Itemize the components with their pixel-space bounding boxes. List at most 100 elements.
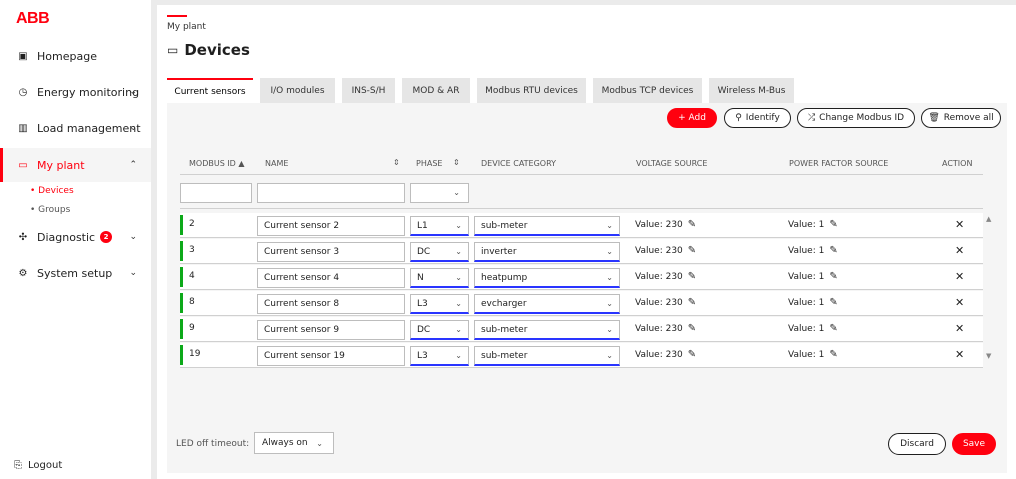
column-header-text: MODBUS ID xyxy=(189,159,236,168)
phase-select[interactable]: DC ⌄ xyxy=(410,320,469,340)
scroll-down-icon[interactable]: ▼ xyxy=(986,352,991,360)
phase-select[interactable]: L1 ⌄ xyxy=(410,216,469,236)
led-timeout-select[interactable]: Always on ⌄ xyxy=(254,432,334,454)
device-category-select[interactable]: sub-meter ⌄ xyxy=(474,216,620,236)
identify-button[interactable]: ⚲ Identify xyxy=(724,108,791,128)
remove-all-button[interactable]: 🗑 Remove all xyxy=(921,108,1001,128)
filter-name-input[interactable] xyxy=(257,183,405,203)
name-input[interactable]: Current sensor 8 xyxy=(257,294,405,314)
name-input[interactable]: Current sensor 19 xyxy=(257,346,405,366)
filter-phase-select[interactable]: ⌄ xyxy=(410,183,469,203)
column-header-modbus-id[interactable]: MODBUS ID ▲ xyxy=(189,159,245,168)
name-input[interactable]: Current sensor 2 xyxy=(257,216,405,236)
pencil-icon[interactable]: ✎ xyxy=(829,349,837,360)
tab-wireless-mbus[interactable]: Wireless M-Bus xyxy=(709,78,794,103)
led-timeout-value: Always on xyxy=(262,438,308,448)
sidebar-item-energy-monitoring[interactable]: ◷ Energy monitoring ⌄ xyxy=(0,77,151,107)
sidebar-subitem-groups[interactable]: • Groups xyxy=(30,205,70,215)
table-scrollbar[interactable]: ▲ ▼ xyxy=(985,215,995,360)
voltage-value: Value: 230 xyxy=(635,272,683,282)
sidebar-item-diagnostic[interactable]: ✣ Diagnostic 2 ⌄ xyxy=(0,222,151,252)
modbus-id: 8 xyxy=(189,297,195,307)
pulse-icon: ✣ xyxy=(18,231,28,243)
home-icon: ▣ xyxy=(18,50,28,62)
filter-modbus-id-input[interactable] xyxy=(180,183,252,203)
power-factor-source: Value: 1 ✎ xyxy=(788,297,838,308)
sidebar-item-my-plant[interactable]: ▭ My plant ⌃ xyxy=(0,148,151,182)
pencil-icon[interactable]: ✎ xyxy=(688,245,696,256)
delete-icon[interactable]: ✕ xyxy=(955,218,964,231)
phase-select[interactable]: L3 ⌄ xyxy=(410,294,469,314)
name-input[interactable]: Current sensor 3 xyxy=(257,242,405,262)
tab-current-sensors[interactable]: Current sensors xyxy=(167,78,253,103)
table-row: 4 Current sensor 4 N ⌄ heatpump ⌄ Value: 2… xyxy=(180,265,983,290)
logout-button[interactable]: ⎘ Logout xyxy=(14,460,62,471)
table-row: 9 Current sensor 9 DC ⌄ sub-meter ⌄ Value:… xyxy=(180,317,983,342)
pencil-icon[interactable]: ✎ xyxy=(829,245,837,256)
phase-select[interactable]: DC ⌄ xyxy=(410,242,469,262)
tab-io-modules[interactable]: I/O modules xyxy=(260,78,335,103)
phase-value: DC xyxy=(417,246,431,257)
shuffle-icon: ⤮ xyxy=(807,113,816,123)
gear-icon: ⚙ xyxy=(18,267,28,279)
device-category-select[interactable]: evcharger ⌄ xyxy=(474,294,620,314)
tab-mod-ar[interactable]: MOD & AR xyxy=(402,78,470,103)
chevron-down-icon: ⌄ xyxy=(606,247,613,256)
add-button[interactable]: + Add xyxy=(667,108,717,128)
identify-label: Identify xyxy=(745,113,780,123)
sort-icon[interactable]: ⇕ xyxy=(453,158,460,167)
sort-icon[interactable]: ⇕ xyxy=(393,158,400,167)
delete-icon[interactable]: ✕ xyxy=(955,244,964,257)
sidebar-item-label: Diagnostic xyxy=(37,230,96,244)
tab-modbus-tcp[interactable]: Modbus TCP devices xyxy=(593,78,702,103)
tab-ins-sh[interactable]: INS-S/H xyxy=(342,78,395,103)
device-category-select[interactable]: inverter ⌄ xyxy=(474,242,620,262)
scroll-up-icon[interactable]: ▲ xyxy=(986,215,991,223)
column-header-phase[interactable]: PHASE xyxy=(416,159,442,168)
sidebar-item-label: Load management xyxy=(37,121,141,135)
phase-select[interactable]: N ⌄ xyxy=(410,268,469,288)
pencil-icon[interactable]: ✎ xyxy=(688,219,696,230)
sidebar-subitem-devices[interactable]: • Devices xyxy=(30,186,74,196)
chevron-down-icon: ⌄ xyxy=(455,325,462,334)
device-category-select[interactable]: sub-meter ⌄ xyxy=(474,320,620,340)
pencil-icon[interactable]: ✎ xyxy=(829,297,837,308)
pencil-icon[interactable]: ✎ xyxy=(829,323,837,334)
breadcrumb[interactable]: My plant xyxy=(167,22,206,32)
column-header-power-factor-source: POWER FACTOR SOURCE xyxy=(789,159,889,168)
breadcrumb-accent xyxy=(167,15,187,17)
pencil-icon[interactable]: ✎ xyxy=(688,323,696,334)
discard-button[interactable]: Discard xyxy=(888,433,946,455)
chevron-up-icon: ⌃ xyxy=(129,160,137,170)
pencil-icon[interactable]: ✎ xyxy=(688,271,696,282)
devices-icon: ▭ xyxy=(18,159,28,171)
voltage-value: Value: 230 xyxy=(635,350,683,360)
sidebar-item-homepage[interactable]: ▣ Homepage xyxy=(0,41,151,71)
power-factor-source: Value: 1 ✎ xyxy=(788,271,838,282)
chevron-down-icon: ⌄ xyxy=(453,188,460,197)
delete-icon[interactable]: ✕ xyxy=(955,270,964,283)
chevron-down-icon: ⌄ xyxy=(129,232,137,242)
pencil-icon[interactable]: ✎ xyxy=(829,219,837,230)
pencil-icon[interactable]: ✎ xyxy=(688,349,696,360)
save-button[interactable]: Save xyxy=(952,433,996,455)
phase-select[interactable]: L3 ⌄ xyxy=(410,346,469,366)
active-marker xyxy=(180,215,183,235)
change-modbus-id-button[interactable]: ⤮ Change Modbus ID xyxy=(797,108,915,128)
tab-modbus-rtu[interactable]: Modbus RTU devices xyxy=(477,78,586,103)
delete-icon[interactable]: ✕ xyxy=(955,296,964,309)
column-header-name[interactable]: NAME xyxy=(265,159,288,168)
device-category-select[interactable]: heatpump ⌄ xyxy=(474,268,620,288)
header-divider xyxy=(180,174,983,175)
sidebar-item-system-setup[interactable]: ⚙ System setup ⌄ xyxy=(0,258,151,288)
name-input[interactable]: Current sensor 9 xyxy=(257,320,405,340)
pencil-icon[interactable]: ✎ xyxy=(688,297,696,308)
delete-icon[interactable]: ✕ xyxy=(955,348,964,361)
delete-icon[interactable]: ✕ xyxy=(955,322,964,335)
pencil-icon[interactable]: ✎ xyxy=(829,271,837,282)
name-input[interactable]: Current sensor 4 xyxy=(257,268,405,288)
pf-value: Value: 1 xyxy=(788,350,825,360)
device-category-select[interactable]: sub-meter ⌄ xyxy=(474,346,620,366)
bar-chart-icon: ▥ xyxy=(18,122,28,134)
sidebar-item-load-management[interactable]: ▥ Load management ⌄ xyxy=(0,113,151,143)
